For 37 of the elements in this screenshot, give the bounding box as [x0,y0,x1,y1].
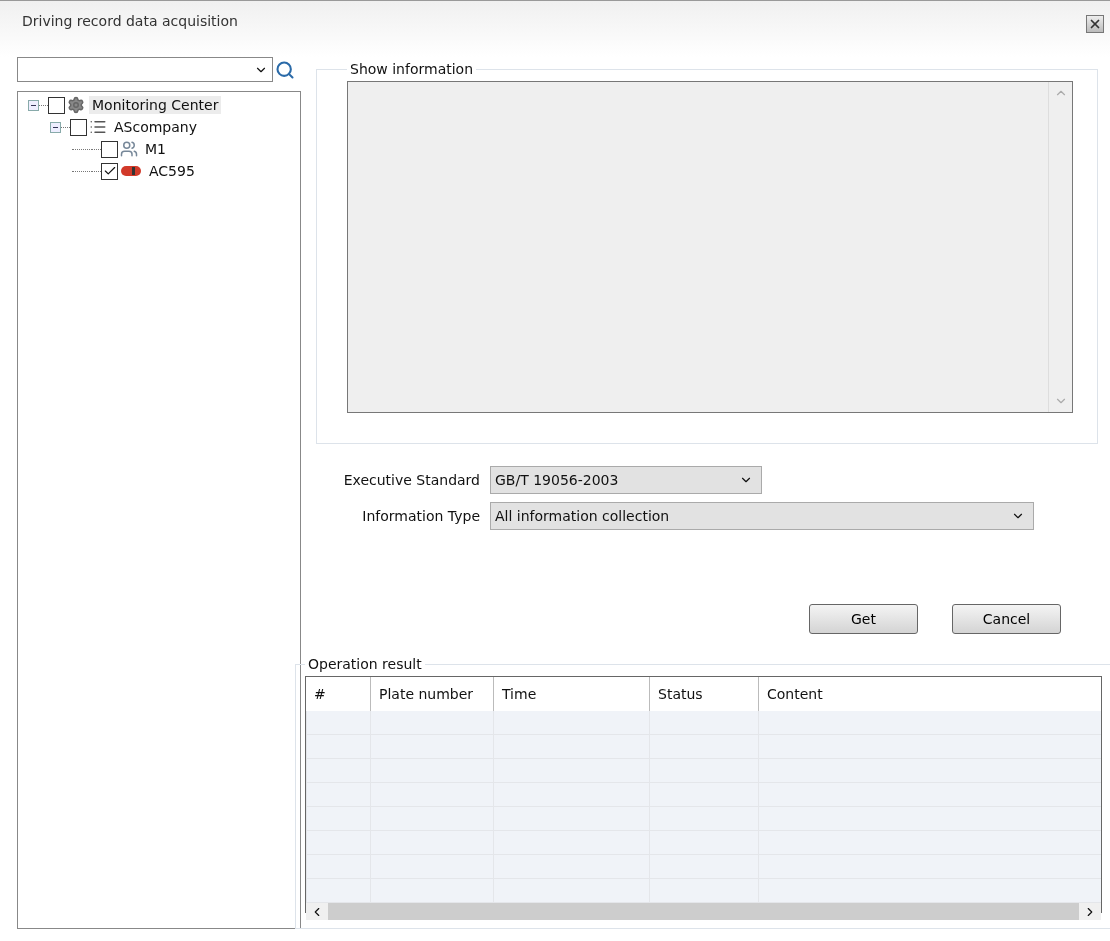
search-field[interactable] [17,57,273,82]
list-icon [89,118,107,136]
collapse-toggle[interactable] [28,99,39,111]
group-title: Show information [349,61,475,77]
check-icon [102,164,117,178]
tree-item[interactable]: Monitoring Center [89,96,222,114]
group-title: Operation result [307,656,423,672]
gear-icon [67,96,85,114]
dropdown[interactable]: GB/T 19056-2003 [490,466,762,494]
tree-item[interactable]: AC595 [146,162,198,180]
table-cell [306,735,370,759]
dialog-button[interactable]: Cancel [952,604,1061,634]
window-title: Driving record data acquisition [22,13,238,29]
table-cell [306,831,370,855]
car-icon [120,164,142,178]
table-cell [306,783,370,807]
table-cell [306,855,370,879]
tree-item[interactable]: AScompany [111,118,200,136]
people-icon [120,140,138,158]
checkbox[interactable] [101,162,118,180]
checkbox[interactable] [101,140,118,158]
column-header[interactable]: # [306,677,370,711]
close-button[interactable] [1086,15,1104,33]
table-cell [306,879,370,903]
collapse-toggle[interactable] [50,121,61,133]
tree-item[interactable]: M1 [142,140,169,158]
checkbox[interactable] [48,96,65,114]
checkbox[interactable] [70,118,87,136]
table-cell [306,759,370,783]
table-cell [306,711,370,735]
table-cell [306,807,370,831]
dialog-button[interactable]: Get [809,604,918,634]
search-icon[interactable] [275,59,295,80]
close-icon [1088,17,1102,31]
dropdown[interactable]: All information collection [490,502,1034,530]
field-label: Information Type [361,508,480,524]
field-label: Executive Standard [342,472,480,488]
